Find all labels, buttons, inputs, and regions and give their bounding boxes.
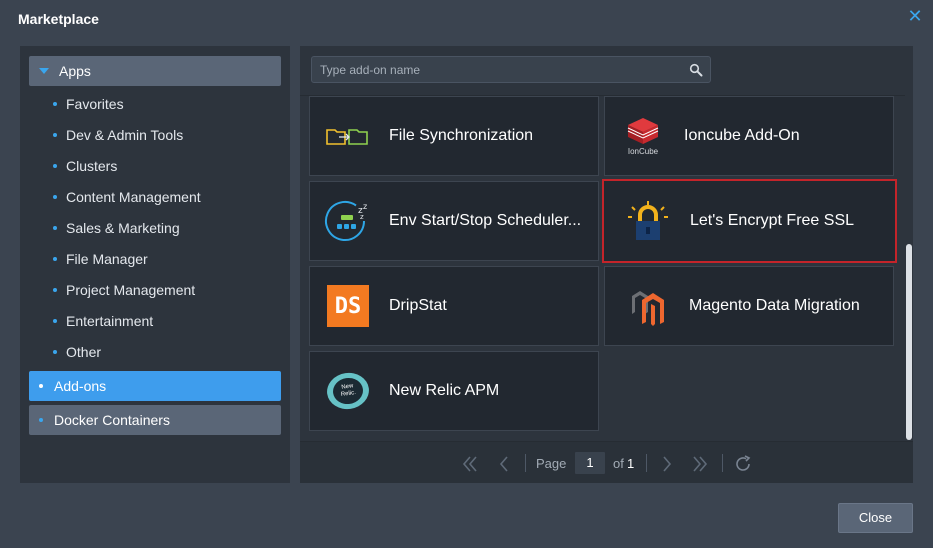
- addon-name: Ioncube Add-On: [684, 127, 800, 144]
- lock-icon: [618, 191, 678, 251]
- bullet-icon: [53, 194, 57, 199]
- bullet-icon: [53, 101, 57, 106]
- addon-tile-dripstat[interactable]: DS DripStat: [309, 266, 599, 346]
- ioncube-icon-text: IonCube: [627, 147, 659, 156]
- addon-name: Magento Data Migration: [689, 297, 860, 314]
- addon-tile-env-scheduler[interactable]: z z z Env Start/Stop Scheduler...: [309, 181, 599, 261]
- dripstat-icon: DS: [318, 276, 378, 336]
- addon-name: Env Start/Stop Scheduler...: [389, 212, 582, 229]
- page-total: 1: [627, 456, 635, 471]
- subcategory-label: Project Management: [66, 281, 196, 298]
- subcategory-sales-marketing[interactable]: Sales & Marketing: [29, 212, 281, 243]
- subcategory-entertainment[interactable]: Entertainment: [29, 305, 281, 336]
- next-page-icon[interactable]: [657, 454, 677, 474]
- subcategory-label: Dev & Admin Tools: [66, 126, 184, 143]
- category-apps[interactable]: Apps: [29, 56, 281, 86]
- subcategory-content-management[interactable]: Content Management: [29, 181, 281, 212]
- search-box: [311, 56, 711, 83]
- bullet-icon: [53, 225, 57, 230]
- addon-name: Let's Encrypt Free SSL: [690, 212, 855, 229]
- category-add-ons-label: Add-ons: [54, 378, 107, 394]
- subcategory-dev-admin-tools[interactable]: Dev & Admin Tools: [29, 119, 281, 150]
- category-apps-label: Apps: [59, 63, 91, 79]
- pager-separator: [646, 454, 647, 472]
- category-docker-containers[interactable]: Docker Containers: [29, 405, 281, 435]
- addons-panel: File Synchronization IonCube Ioncube Add…: [300, 46, 913, 483]
- pagination-bar: Page 1 of 1: [300, 441, 913, 483]
- addon-tile-new-relic[interactable]: New Relic. New Relic APM: [309, 351, 599, 431]
- category-panel: Apps Favorites Dev & Admin Tools Cluster…: [20, 46, 290, 483]
- bullet-icon: [53, 287, 57, 292]
- pager-separator: [722, 454, 723, 472]
- first-page-icon[interactable]: [460, 454, 480, 474]
- new-relic-icon: New Relic.: [318, 361, 378, 421]
- magento-icon: [619, 276, 679, 336]
- subcategory-label: Favorites: [66, 95, 124, 112]
- triangle-down-icon: [39, 68, 49, 74]
- subcategory-label: Entertainment: [66, 312, 154, 329]
- addon-tile-lets-encrypt[interactable]: Let's Encrypt Free SSL: [602, 179, 897, 263]
- dripstat-icon-text: DS: [334, 293, 362, 319]
- subcategory-label: Other: [66, 343, 102, 360]
- addon-tile-magento[interactable]: Magento Data Migration: [604, 266, 894, 346]
- of-label: of: [613, 456, 624, 471]
- apps-subcategory-list: Favorites Dev & Admin Tools Clusters Con…: [29, 86, 281, 367]
- ioncube-icon: IonCube: [613, 106, 673, 166]
- subcategory-file-manager[interactable]: File Manager: [29, 243, 281, 274]
- subcategory-other[interactable]: Other: [29, 336, 281, 367]
- close-icon[interactable]: ✕: [907, 7, 923, 25]
- subcategory-favorites[interactable]: Favorites: [29, 88, 281, 119]
- svg-text:z: z: [360, 213, 364, 221]
- svg-text:z: z: [363, 202, 367, 211]
- bullet-icon: [53, 256, 57, 261]
- page-number-input[interactable]: 1: [574, 451, 606, 475]
- bullet-icon: [53, 349, 57, 354]
- bullet-icon: [39, 418, 43, 422]
- previous-page-icon[interactable]: [494, 454, 514, 474]
- addons-grid: File Synchronization IonCube Ioncube Add…: [300, 95, 913, 441]
- search-input[interactable]: [312, 57, 710, 82]
- bullet-icon: [53, 318, 57, 323]
- addon-name: New Relic APM: [389, 382, 500, 399]
- refresh-icon[interactable]: [733, 454, 753, 474]
- scheduler-icon: z z z: [318, 191, 378, 251]
- window-title: Marketplace: [18, 11, 99, 27]
- addon-name: File Synchronization: [389, 127, 534, 144]
- subcategory-label: File Manager: [66, 250, 148, 267]
- subcategory-label: Content Management: [66, 188, 201, 205]
- subcategory-project-management[interactable]: Project Management: [29, 274, 281, 305]
- addon-name: DripStat: [389, 297, 447, 314]
- bullet-icon: [39, 384, 43, 388]
- scrollbar-thumb[interactable]: [906, 244, 912, 440]
- new-relic-icon-text: New Relic.: [340, 383, 357, 398]
- close-button[interactable]: Close: [838, 503, 913, 533]
- last-page-icon[interactable]: [690, 454, 710, 474]
- bullet-icon: [53, 163, 57, 168]
- subcategory-label: Sales & Marketing: [66, 219, 180, 236]
- subcategory-clusters[interactable]: Clusters: [29, 150, 281, 181]
- addon-tile-ioncube[interactable]: IonCube Ioncube Add-On: [604, 96, 894, 176]
- pager-separator: [525, 454, 526, 472]
- addon-tile-file-synchronization[interactable]: File Synchronization: [309, 96, 599, 176]
- page-label: Page: [536, 456, 567, 471]
- category-docker-label: Docker Containers: [54, 412, 170, 428]
- category-add-ons[interactable]: Add-ons: [29, 371, 281, 401]
- bullet-icon: [53, 132, 57, 137]
- folder-sync-icon: [318, 106, 378, 166]
- search-icon[interactable]: [689, 63, 703, 77]
- subcategory-label: Clusters: [66, 157, 118, 174]
